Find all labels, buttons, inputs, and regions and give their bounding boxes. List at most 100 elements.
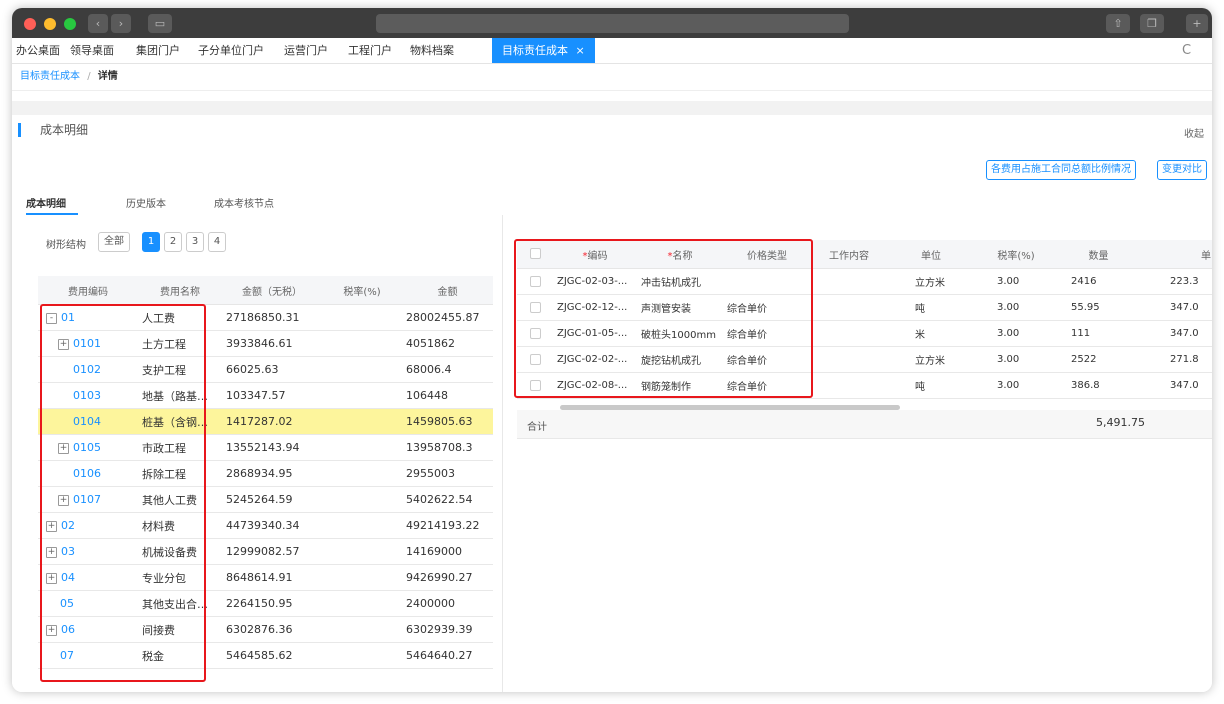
- tax-rate: [322, 486, 402, 513]
- level-all-button[interactable]: 全部: [98, 232, 130, 252]
- cost-ratio-button[interactable]: 各费用占施工合同总额比例情况: [986, 160, 1136, 180]
- zoom-window-dot[interactable]: [64, 18, 76, 30]
- item-unit-price: 223.3: [1140, 268, 1212, 295]
- fee-code[interactable]: 04: [61, 571, 75, 584]
- amount-ex-tax: 5464585.62: [222, 642, 322, 669]
- item-unit: 吨: [887, 372, 975, 399]
- close-window-dot[interactable]: [24, 18, 36, 30]
- table-row[interactable]: 0106 拆除工程 2868934.95 2955003: [38, 460, 493, 487]
- table-row[interactable]: +0101 土方工程 3933846.61 4051862: [38, 330, 493, 357]
- table-row[interactable]: +04 专业分包 8648614.91 9426990.27: [38, 564, 493, 591]
- nav-tab-material-archive[interactable]: 物料档案: [410, 38, 454, 63]
- item-quantity: 386.8: [1057, 372, 1140, 399]
- fee-name: 拆除工程: [138, 460, 222, 487]
- table-row[interactable]: +06 间接费 6302876.36 6302939.39: [38, 616, 493, 643]
- table-row[interactable]: ZJGC-02-08-... 钢筋笼制作 综合单价 吨 3.00 386.8 3…: [517, 372, 1212, 399]
- fee-code[interactable]: 06: [61, 623, 75, 636]
- amount-ex-tax: 103347.57: [222, 382, 322, 409]
- fee-code[interactable]: 03: [61, 545, 75, 558]
- level-3-button[interactable]: 3: [186, 232, 204, 252]
- tabs-overview-icon[interactable]: ❐: [1140, 14, 1164, 33]
- expand-row-icon[interactable]: +: [46, 624, 57, 636]
- minimize-window-dot[interactable]: [44, 18, 56, 30]
- row-checkbox[interactable]: [529, 379, 541, 391]
- fee-code[interactable]: 0107: [73, 493, 101, 506]
- fee-code[interactable]: 0101: [73, 337, 101, 350]
- expand-row-icon[interactable]: +: [46, 520, 57, 532]
- table-row[interactable]: 05 其他支出合同... 2264150.95 2400000: [38, 590, 493, 617]
- row-checkbox[interactable]: [529, 301, 541, 313]
- amount-ex-tax: 8648614.91: [222, 564, 322, 591]
- cost-items-header-row: *编码 *名称 价格类型 工作内容 单位 税率(%) 数量 单: [517, 240, 1212, 269]
- col-header-tax-rate: 税率(%): [322, 276, 402, 305]
- share-icon[interactable]: ⇧: [1106, 14, 1130, 33]
- expand-row-icon[interactable]: +: [46, 572, 57, 584]
- level-2-button[interactable]: 2: [164, 232, 182, 252]
- table-row[interactable]: +0107 其他人工费 5245264.59 5402622.54: [38, 486, 493, 513]
- nav-tab-group-portal[interactable]: 集团门户: [136, 38, 180, 63]
- row-checkbox[interactable]: [529, 353, 541, 365]
- amount-ex-tax: 2868934.95: [222, 460, 322, 487]
- change-compare-button[interactable]: 变更对比: [1157, 160, 1207, 180]
- back-icon[interactable]: ‹: [88, 14, 108, 33]
- table-row[interactable]: ZJGC-02-02-... 旋挖钻机成孔 综合单价 立方米 3.00 2522…: [517, 346, 1212, 373]
- row-checkbox[interactable]: [529, 275, 541, 287]
- fee-code[interactable]: 07: [60, 649, 74, 662]
- table-row[interactable]: -01 人工费 27186850.31 28002455.87: [38, 304, 493, 331]
- row-checkbox[interactable]: [529, 327, 541, 339]
- fee-code[interactable]: 0104: [73, 415, 101, 428]
- expand-row-icon[interactable]: +: [58, 338, 69, 350]
- item-price-type: 综合单价: [723, 372, 811, 399]
- item-unit-price: 271.8: [1140, 346, 1212, 373]
- tax-rate: [322, 564, 402, 591]
- fee-code[interactable]: 0102: [73, 363, 101, 376]
- collapse-row-icon[interactable]: -: [46, 312, 57, 324]
- amount: 49214193.22: [402, 512, 493, 539]
- nav-tab-engineering-portal[interactable]: 工程门户: [348, 38, 392, 63]
- table-row[interactable]: +0105 市政工程 13552143.94 13958708.3: [38, 434, 493, 461]
- close-tab-icon[interactable]: ×: [576, 44, 585, 57]
- nav-tab-office-desktop[interactable]: 办公桌面: [16, 38, 60, 63]
- new-tab-icon[interactable]: +: [1186, 14, 1208, 33]
- col-header-unit-price: 单: [1140, 240, 1212, 269]
- level-1-button[interactable]: 1: [142, 232, 160, 252]
- item-tax-rate: 3.00: [975, 346, 1057, 373]
- expand-row-icon[interactable]: +: [58, 442, 69, 454]
- nav-tab-target-cost[interactable]: 目标责任成本 ×: [492, 38, 595, 63]
- table-row[interactable]: 0103 地基（路基）... 103347.57 106448: [38, 382, 493, 409]
- fee-code[interactable]: 05: [60, 597, 74, 610]
- sidebar-toggle-icon[interactable]: ▭: [148, 14, 172, 33]
- forward-icon[interactable]: ›: [111, 14, 131, 33]
- tab-cost-assessment-node[interactable]: 成本考核节点: [214, 195, 274, 210]
- table-row[interactable]: +03 机械设备费 12999082.57 14169000: [38, 538, 493, 565]
- nav-tab-operations-portal[interactable]: 运营门户: [284, 38, 328, 63]
- breadcrumb-parent-link[interactable]: 目标责任成本: [20, 71, 80, 82]
- table-row[interactable]: ZJGC-01-05-... 破桩头1000mm 综合单价 米 3.00 111…: [517, 320, 1212, 347]
- fee-code[interactable]: 01: [61, 311, 75, 324]
- tab-history-version[interactable]: 历史版本: [126, 195, 166, 210]
- tab-cost-detail[interactable]: 成本明细: [26, 195, 66, 210]
- reload-icon[interactable]: C: [1182, 38, 1191, 63]
- level-4-button[interactable]: 4: [208, 232, 226, 252]
- table-row-selected[interactable]: 0104 桩基（含钢筋... 1417287.02 1459805.63: [38, 408, 493, 435]
- col-header-name: 名称: [672, 250, 693, 262]
- table-row[interactable]: 07 税金 5464585.62 5464640.27: [38, 642, 493, 669]
- expand-row-icon[interactable]: +: [58, 494, 69, 506]
- select-all-checkbox[interactable]: [529, 248, 541, 260]
- fee-code[interactable]: 0103: [73, 389, 101, 402]
- nav-tab-subunit-portal[interactable]: 子分单位门户: [198, 38, 264, 63]
- table-row[interactable]: ZJGC-02-03-... 冲击钻机成孔 立方米 3.00 2416 223.…: [517, 268, 1212, 295]
- fee-code[interactable]: 0105: [73, 441, 101, 454]
- fee-code[interactable]: 0106: [73, 467, 101, 480]
- collapse-link[interactable]: 收起: [1184, 125, 1204, 140]
- address-bar[interactable]: [376, 14, 849, 33]
- table-row[interactable]: +02 材料费 44739340.34 49214193.22: [38, 512, 493, 539]
- item-tax-rate: 3.00: [975, 294, 1057, 321]
- item-unit: 立方米: [887, 268, 975, 295]
- nav-tab-leader-desktop[interactable]: 领导桌面: [70, 38, 114, 63]
- table-row[interactable]: ZJGC-02-12-... 声测管安装 综合单价 吨 3.00 55.95 3…: [517, 294, 1212, 321]
- expand-row-icon[interactable]: +: [46, 546, 57, 558]
- section-title: 成本明细: [40, 123, 89, 137]
- fee-code[interactable]: 02: [61, 519, 75, 532]
- table-row[interactable]: 0102 支护工程 66025.63 68006.4: [38, 356, 493, 383]
